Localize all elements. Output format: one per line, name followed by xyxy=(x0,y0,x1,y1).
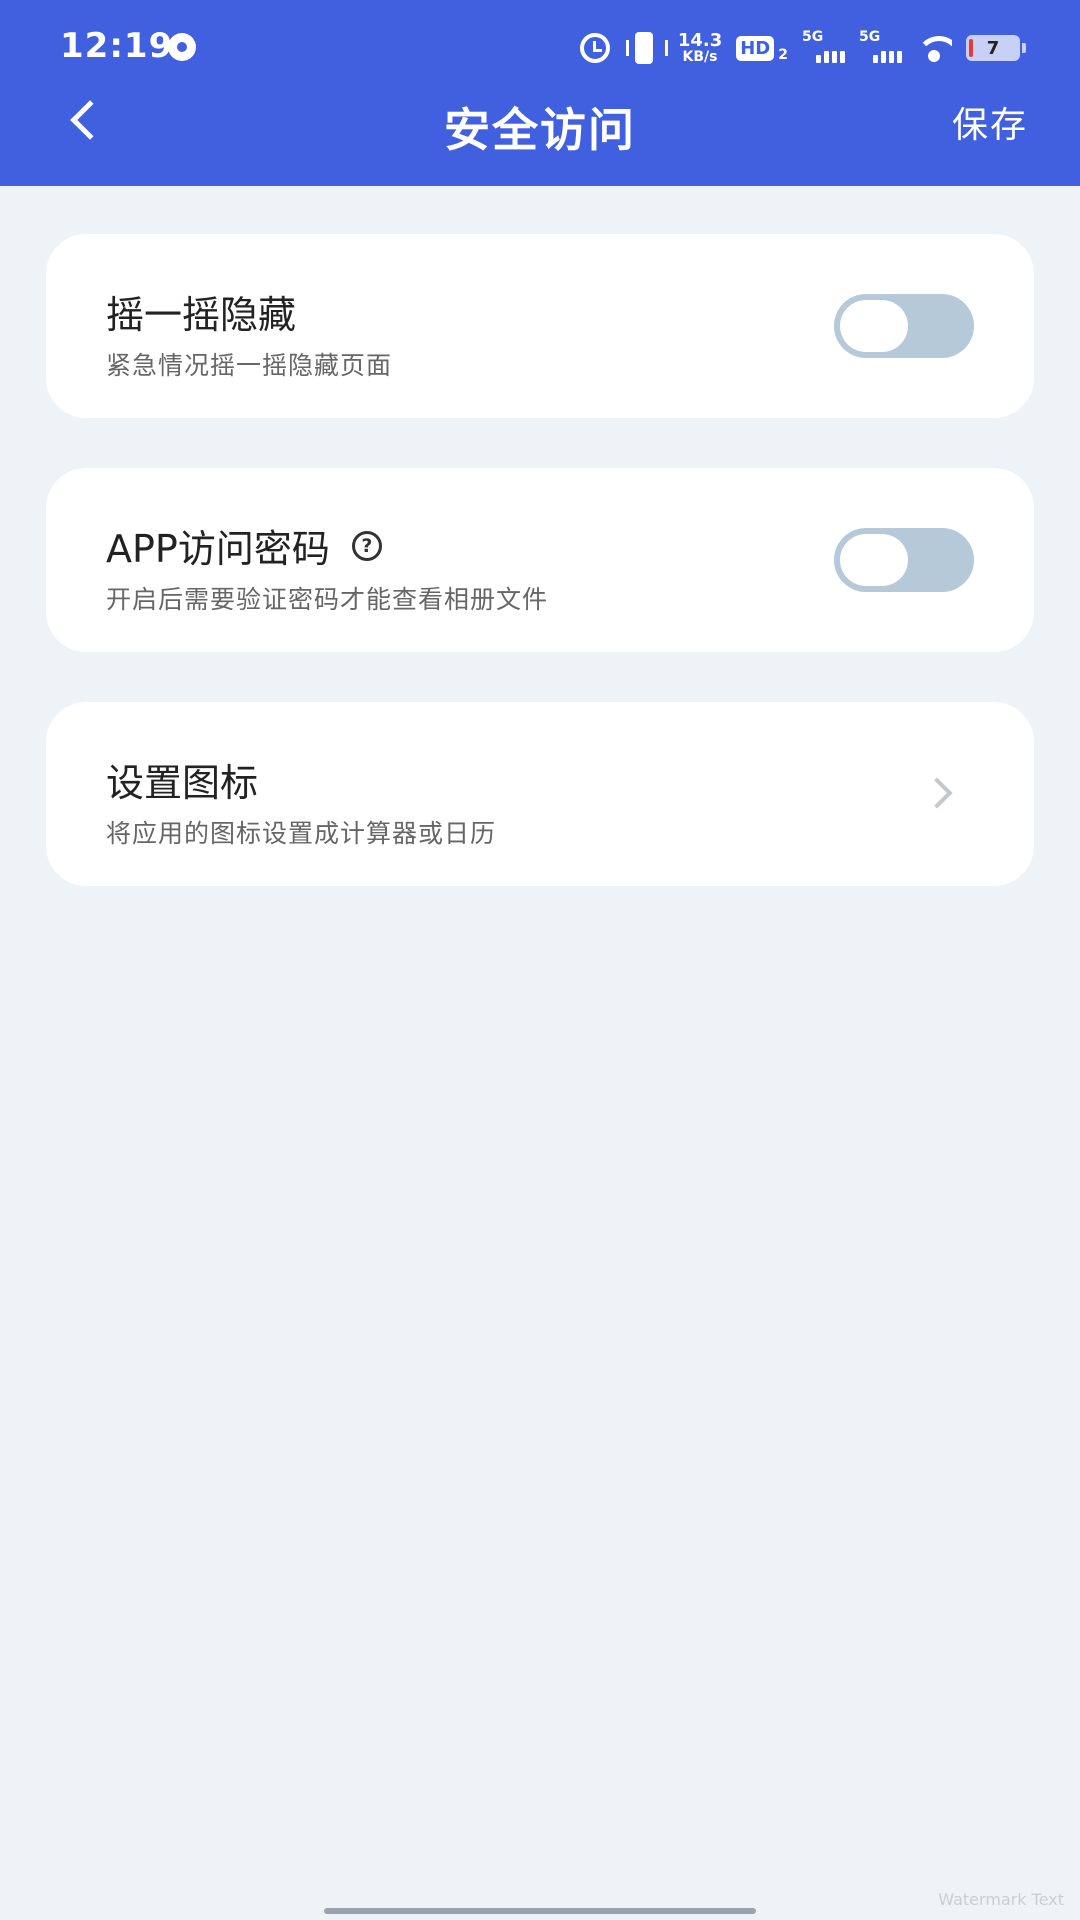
vibrate-icon xyxy=(624,32,668,64)
save-button[interactable]: 保存 xyxy=(952,96,1028,148)
setting-title-text: 设置图标 xyxy=(106,761,259,805)
help-icon[interactable]: ? xyxy=(351,530,382,561)
app-password-toggle[interactable] xyxy=(834,528,974,592)
setting-description: 开启后需要验证密码才能查看相册文件 xyxy=(106,585,549,614)
battery-level: 7 xyxy=(986,37,1000,59)
app-header: 12:19 14.3 KB/s HD 2 5G 5G 7 安全访问 保存 xyxy=(0,0,1080,186)
setting-title: 设置图标 xyxy=(106,752,258,807)
setting-title-text: APP访问密码 xyxy=(106,527,330,571)
signal-sim2-label: 5G xyxy=(859,29,881,45)
setting-description: 紧急情况摇一摇隐藏页面 xyxy=(106,351,393,380)
setting-title: APP访问密码 ? xyxy=(106,518,382,573)
network-speed-unit: KB/s xyxy=(682,49,718,65)
notification-app-icon xyxy=(168,33,196,61)
chevron-right-icon xyxy=(921,777,953,809)
network-speed-value: 14.3 xyxy=(677,30,723,51)
watermark: Watermark Text xyxy=(938,1890,1064,1909)
setting-title: 摇一摇隐藏 xyxy=(106,284,296,339)
status-time: 12:19 xyxy=(60,26,174,66)
setting-card-shake-hide[interactable]: 摇一摇隐藏 紧急情况摇一摇隐藏页面 xyxy=(46,234,1034,418)
setting-card-app-password[interactable]: APP访问密码 ? 开启后需要验证密码才能查看相册文件 xyxy=(46,468,1034,652)
hd-icon: HD xyxy=(736,35,775,61)
network-speed: 14.3 KB/s xyxy=(677,30,723,65)
hd-sub-label: 2 xyxy=(778,47,788,63)
setting-description: 将应用的图标设置成计算器或日历 xyxy=(106,819,497,848)
home-indicator[interactable] xyxy=(324,1908,756,1914)
status-bar: 12:19 14.3 KB/s HD 2 5G 5G 7 xyxy=(0,0,1080,96)
signal-sim2-icon: 5G xyxy=(859,29,902,63)
wifi-icon xyxy=(916,34,952,62)
battery-icon: 7 xyxy=(966,35,1026,61)
signal-sim1-label: 5G xyxy=(802,29,824,45)
toggle-knob xyxy=(840,534,908,586)
page-title: 安全访问 xyxy=(444,103,636,157)
toggle-knob xyxy=(840,300,908,352)
setting-title-text: 摇一摇隐藏 xyxy=(106,293,297,337)
alarm-icon xyxy=(579,33,610,63)
shake-hide-toggle[interactable] xyxy=(834,294,974,358)
setting-card-set-icon[interactable]: 设置图标 将应用的图标设置成计算器或日历 xyxy=(46,702,1034,886)
signal-sim1-icon: 5G xyxy=(802,29,845,63)
